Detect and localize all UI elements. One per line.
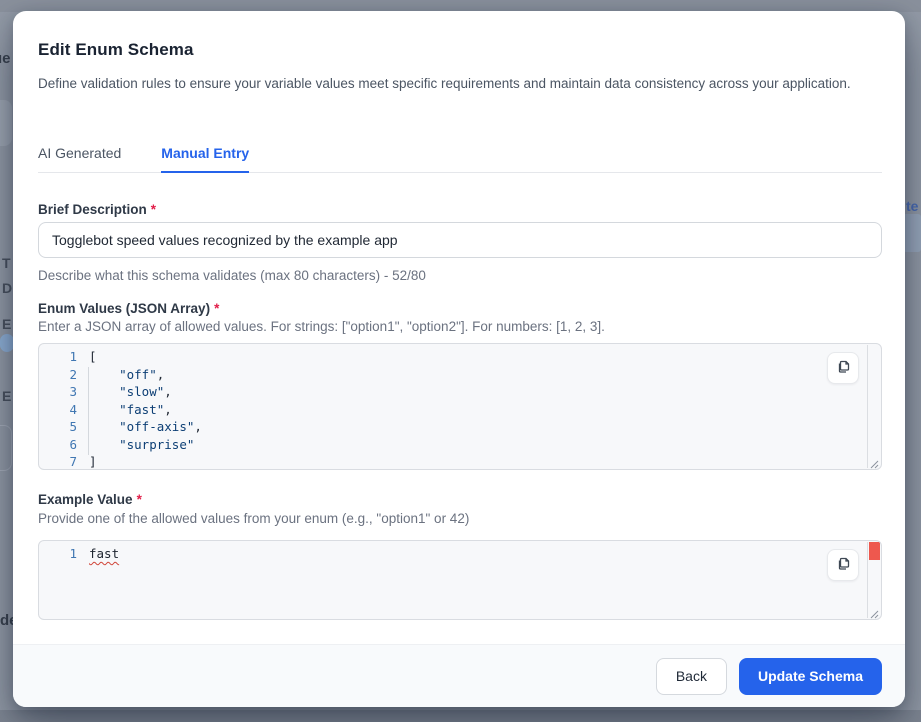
example-value-label: Example Value * [38,492,882,507]
line-number: 3 [39,383,77,401]
line-number: 5 [39,418,77,436]
enum-values-helper: Enter a JSON array of allowed values. Fo… [38,319,882,334]
background-shape [0,334,14,352]
enum-values-code-editor[interactable]: 1[2 "off",3 "slow",4 "fast",5 "off-axis"… [38,343,882,470]
line-number: 7 [39,453,77,470]
copy-button[interactable] [827,549,859,581]
resize-grip-icon[interactable] [869,607,879,617]
code-line: 5 "off-axis", [39,418,881,436]
line-number: 4 [39,401,77,419]
code-lines: 1fast [39,541,881,563]
line-number: 1 [39,545,77,563]
line-number: 2 [39,366,77,384]
code-line: 2 "off", [39,366,881,384]
background-text-fragment: E [2,388,11,404]
tab-ai-generated[interactable]: AI Generated [38,145,121,172]
back-button[interactable]: Back [656,658,727,695]
tab-manual-entry[interactable]: Manual Entry [161,145,249,173]
enum-values-label: Enum Values (JSON Array) * [38,301,882,316]
background-text-fragment: T [2,255,11,271]
brief-description-helper: Describe what this schema validates (max… [38,268,882,283]
required-asterisk: * [214,301,219,316]
tabs: AI Generated Manual Entry [38,145,882,173]
required-asterisk: * [151,202,156,217]
update-schema-button[interactable]: Update Schema [739,658,882,695]
example-value-code-editor[interactable]: 1fast [38,540,882,620]
indent-guide [88,367,89,455]
background-shape [0,100,12,146]
copy-icon [835,556,851,575]
scrollbar-track [867,345,868,468]
line-number: 1 [39,348,77,366]
brief-description-input[interactable] [38,222,882,258]
brief-description-label: Brief Description * [38,202,882,217]
copy-button[interactable] [827,352,859,384]
code-line: 7] [39,453,881,470]
background-text-fragment: E [2,316,11,332]
background-text-fragment: te [906,198,918,214]
dialog-title: Edit Enum Schema [38,40,882,60]
code-line: 6 "surprise" [39,436,881,454]
dialog-footer: Back Update Schema [13,644,905,707]
required-asterisk: * [137,492,142,507]
code-lines: 1[2 "off",3 "slow",4 "fast",5 "off-axis"… [39,344,881,470]
edit-enum-schema-dialog: Edit Enum Schema Define validation rules… [13,11,905,707]
background-shape [903,214,921,252]
scrollbar-track [867,542,868,618]
dialog-description: Define validation rules to ensure your v… [38,73,866,95]
error-annotation-marker [869,542,880,560]
code-line: 4 "fast", [39,401,881,419]
background-text-fragment: D [2,280,12,296]
code-line: 3 "slow", [39,383,881,401]
code-line: 1fast [39,545,881,563]
background-text-fragment: ue [0,50,11,67]
background-shape [0,425,12,471]
copy-icon [835,359,851,378]
code-line: 1[ [39,348,881,366]
background-shape [0,710,921,722]
resize-grip-icon[interactable] [869,457,879,467]
example-value-helper: Provide one of the allowed values from y… [38,511,882,526]
line-number: 6 [39,436,77,454]
